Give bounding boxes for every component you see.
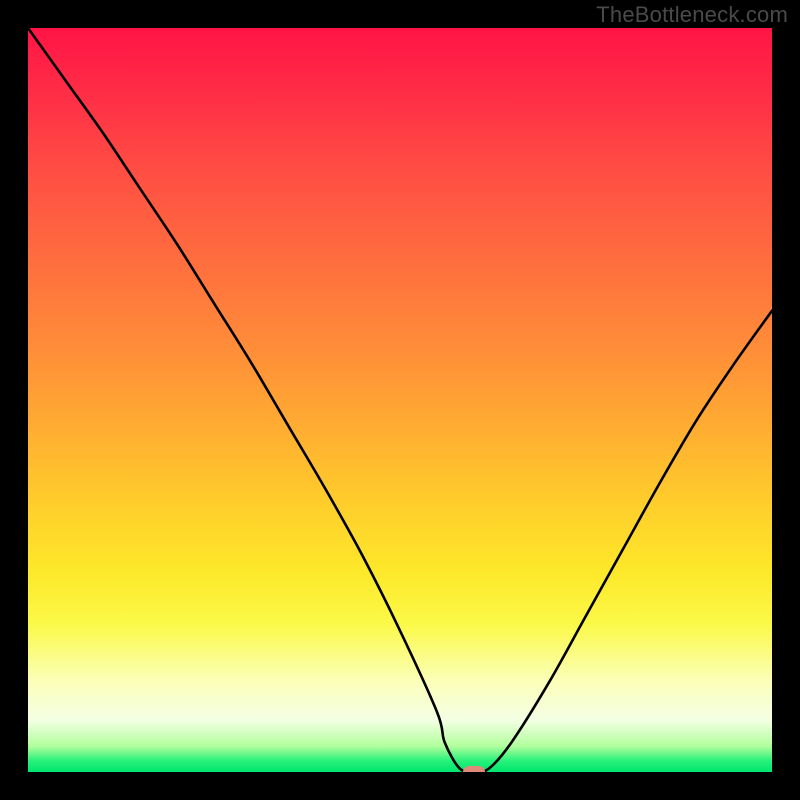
watermark-text: TheBottleneck.com (596, 2, 788, 28)
bottleneck-curve (28, 28, 772, 772)
chart-frame: TheBottleneck.com (0, 0, 800, 800)
minimum-marker (463, 766, 485, 772)
plot-area (28, 28, 772, 772)
